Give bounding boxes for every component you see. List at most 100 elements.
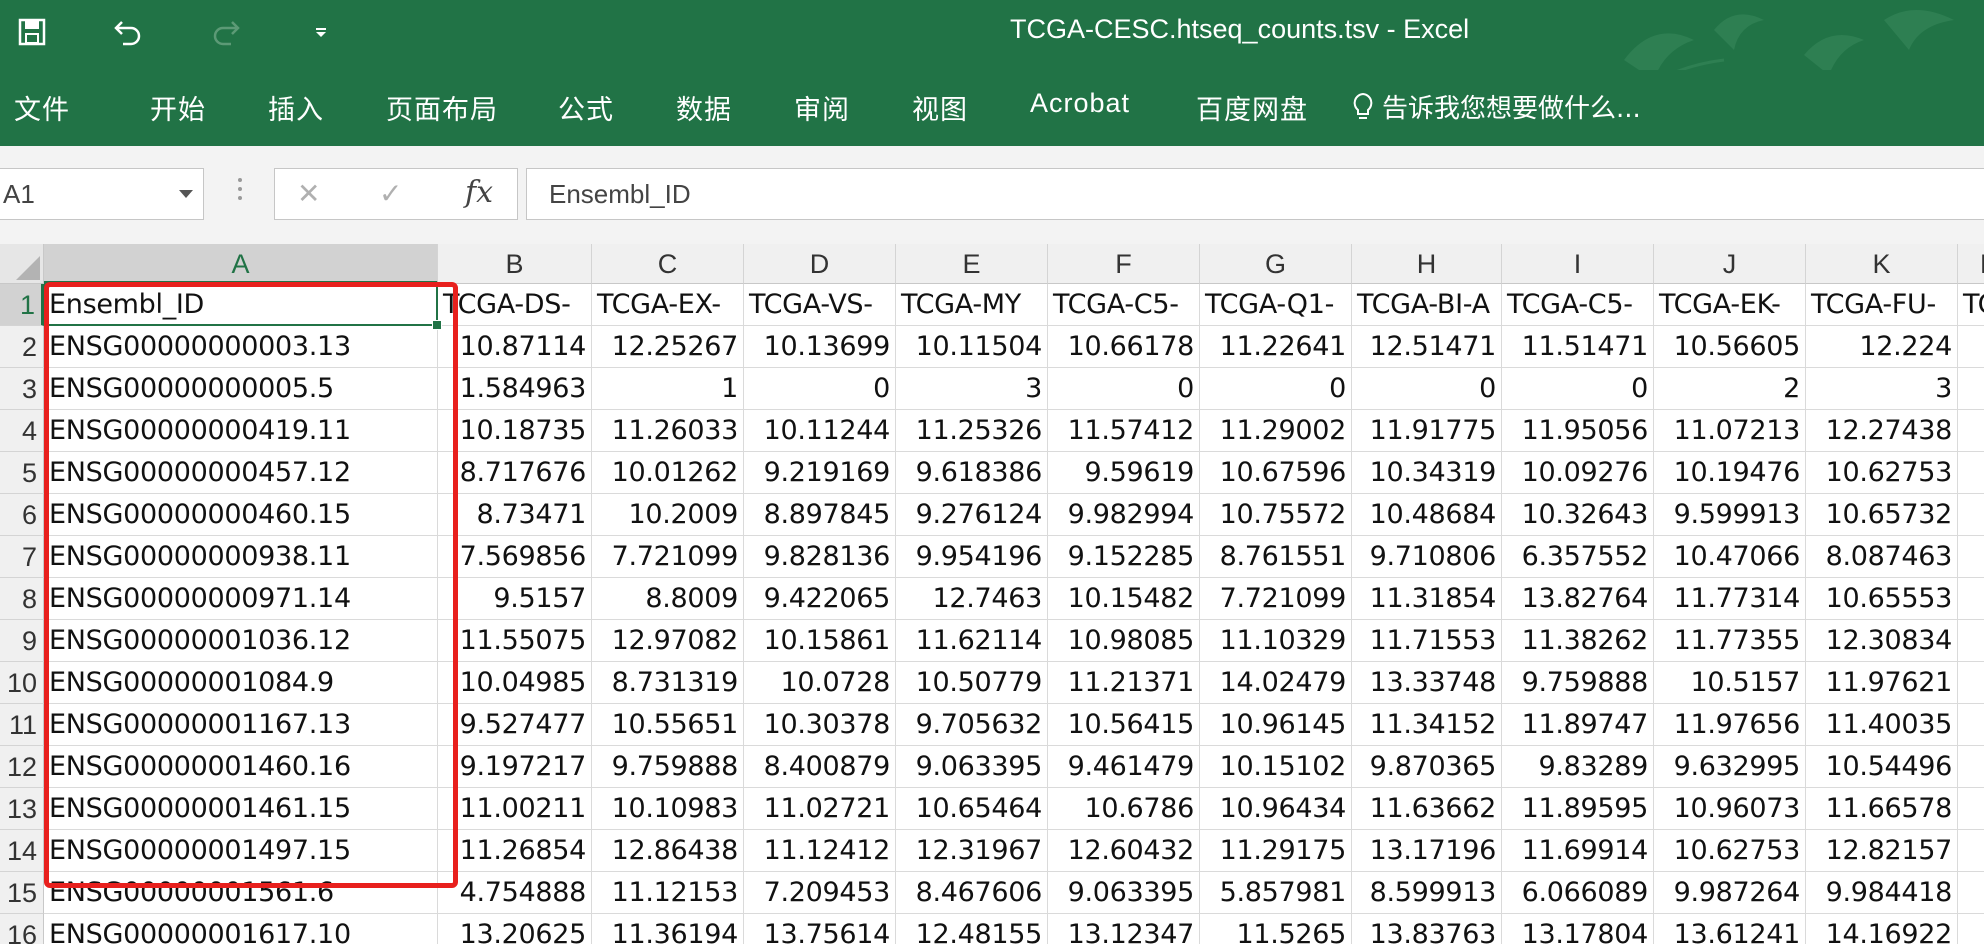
cell-e3[interactable]: 3 (896, 368, 1048, 410)
cell-j14[interactable]: 10.62753 (1654, 830, 1806, 872)
cell-a8[interactable]: ENSG00000000971.14 (44, 578, 438, 620)
tab-insert[interactable]: 插入 (268, 88, 324, 127)
cell-e13[interactable]: 10.65464 (896, 788, 1048, 830)
redo-icon[interactable] (206, 12, 246, 52)
cell-g4[interactable]: 11.29002 (1200, 410, 1352, 452)
cell-h2[interactable]: 12.51471 (1352, 326, 1502, 368)
cell-g10[interactable]: 14.02479 (1200, 662, 1352, 704)
row-header-13[interactable]: 13 (0, 788, 44, 830)
cell-i4[interactable]: 11.95056 (1502, 410, 1654, 452)
cell-a7[interactable]: ENSG00000000938.11 (44, 536, 438, 578)
row-header-12[interactable]: 12 (0, 746, 44, 788)
formula-bar-resize-handle[interactable] (238, 178, 242, 210)
insert-function-icon[interactable]: fx (465, 175, 493, 210)
cancel-icon[interactable]: ✕ (297, 177, 320, 210)
cell-i11[interactable]: 11.89747 (1502, 704, 1654, 746)
cell-c7[interactable]: 7.721099 (592, 536, 744, 578)
cell-e4[interactable]: 11.25326 (896, 410, 1048, 452)
cell-b14[interactable]: 11.26854 (438, 830, 592, 872)
cell-l6[interactable]: 9 (1958, 494, 1984, 536)
cell-b2[interactable]: 10.87114 (438, 326, 592, 368)
cell-g16[interactable]: 11.5265 (1200, 914, 1352, 944)
cell-b16[interactable]: 13.20625 (438, 914, 592, 944)
cell-a2[interactable]: ENSG00000000003.13 (44, 326, 438, 368)
cell-f9[interactable]: 10.98085 (1048, 620, 1200, 662)
cell-e8[interactable]: 12.7463 (896, 578, 1048, 620)
cell-d13[interactable]: 11.02721 (744, 788, 896, 830)
cell-j11[interactable]: 11.97656 (1654, 704, 1806, 746)
cell-a5[interactable]: ENSG00000000457.12 (44, 452, 438, 494)
cell-b12[interactable]: 9.197217 (438, 746, 592, 788)
cell-e1[interactable]: TCGA-MY (896, 284, 1048, 326)
cell-e10[interactable]: 10.50779 (896, 662, 1048, 704)
cell-h9[interactable]: 11.71553 (1352, 620, 1502, 662)
column-header-d[interactable]: D (744, 244, 896, 284)
cell-d11[interactable]: 10.30378 (744, 704, 896, 746)
cell-g14[interactable]: 11.29175 (1200, 830, 1352, 872)
cell-a6[interactable]: ENSG00000000460.15 (44, 494, 438, 536)
name-box[interactable]: A1 (0, 168, 204, 220)
cell-i10[interactable]: 9.759888 (1502, 662, 1654, 704)
cell-f7[interactable]: 9.152285 (1048, 536, 1200, 578)
row-header-5[interactable]: 5 (0, 452, 44, 494)
cell-c10[interactable]: 8.731319 (592, 662, 744, 704)
cell-j2[interactable]: 10.56605 (1654, 326, 1806, 368)
cell-h3[interactable]: 0 (1352, 368, 1502, 410)
cell-k2[interactable]: 12.224 (1806, 326, 1958, 368)
column-header-k[interactable]: K (1806, 244, 1958, 284)
row-header-4[interactable]: 4 (0, 410, 44, 452)
cell-c16[interactable]: 11.36194 (592, 914, 744, 944)
cell-c2[interactable]: 12.25267 (592, 326, 744, 368)
cell-k11[interactable]: 11.40035 (1806, 704, 1958, 746)
cell-k9[interactable]: 12.30834 (1806, 620, 1958, 662)
cell-h8[interactable]: 11.31854 (1352, 578, 1502, 620)
cell-a15[interactable]: ENSG00000001561.6 (44, 872, 438, 914)
cell-b10[interactable]: 10.04985 (438, 662, 592, 704)
row-header-15[interactable]: 15 (0, 872, 44, 914)
cell-i2[interactable]: 11.51471 (1502, 326, 1654, 368)
cell-k8[interactable]: 10.65553 (1806, 578, 1958, 620)
cell-j5[interactable]: 10.19476 (1654, 452, 1806, 494)
cell-b3[interactable]: 1.584963 (438, 368, 592, 410)
column-header-f[interactable]: F (1048, 244, 1200, 284)
tab-view[interactable]: 视图 (912, 88, 968, 127)
cell-h5[interactable]: 10.34319 (1352, 452, 1502, 494)
cell-f12[interactable]: 9.461479 (1048, 746, 1200, 788)
cell-h16[interactable]: 13.83763 (1352, 914, 1502, 944)
cell-i16[interactable]: 13.17804 (1502, 914, 1654, 944)
cell-a1[interactable]: Ensembl_ID (44, 284, 438, 326)
cell-c8[interactable]: 8.8009 (592, 578, 744, 620)
cell-d1[interactable]: TCGA-VS- (744, 284, 896, 326)
row-header-3[interactable]: 3 (0, 368, 44, 410)
cell-d10[interactable]: 10.0728 (744, 662, 896, 704)
cell-k4[interactable]: 12.27438 (1806, 410, 1958, 452)
tab-review[interactable]: 审阅 (794, 88, 850, 127)
cell-g3[interactable]: 0 (1200, 368, 1352, 410)
cell-d16[interactable]: 13.75614 (744, 914, 896, 944)
tab-formulas[interactable]: 公式 (558, 88, 614, 127)
cell-f8[interactable]: 10.15482 (1048, 578, 1200, 620)
cell-i6[interactable]: 10.32643 (1502, 494, 1654, 536)
tab-home[interactable]: 开始 (150, 88, 206, 127)
cell-h13[interactable]: 11.63662 (1352, 788, 1502, 830)
cell-l12[interactable]: 8 (1958, 746, 1984, 788)
cell-k6[interactable]: 10.65732 (1806, 494, 1958, 536)
undo-icon[interactable] (108, 12, 148, 52)
cell-d5[interactable]: 9.219169 (744, 452, 896, 494)
column-header-a[interactable]: A (44, 244, 438, 284)
column-header-j[interactable]: J (1654, 244, 1806, 284)
cell-g13[interactable]: 10.96434 (1200, 788, 1352, 830)
cell-f16[interactable]: 13.12347 (1048, 914, 1200, 944)
cell-l14[interactable]: 1 (1958, 830, 1984, 872)
tab-file[interactable]: 文件 (14, 88, 70, 127)
cell-h12[interactable]: 9.870365 (1352, 746, 1502, 788)
cell-j4[interactable]: 11.07213 (1654, 410, 1806, 452)
cell-f1[interactable]: TCGA-C5- (1048, 284, 1200, 326)
cell-b6[interactable]: 8.73471 (438, 494, 592, 536)
cell-a10[interactable]: ENSG00000001084.9 (44, 662, 438, 704)
cell-j7[interactable]: 10.47066 (1654, 536, 1806, 578)
cell-k15[interactable]: 9.984418 (1806, 872, 1958, 914)
chevron-down-icon[interactable] (179, 190, 193, 198)
cell-a16[interactable]: ENSG00000001617.10 (44, 914, 438, 944)
cell-f3[interactable]: 0 (1048, 368, 1200, 410)
